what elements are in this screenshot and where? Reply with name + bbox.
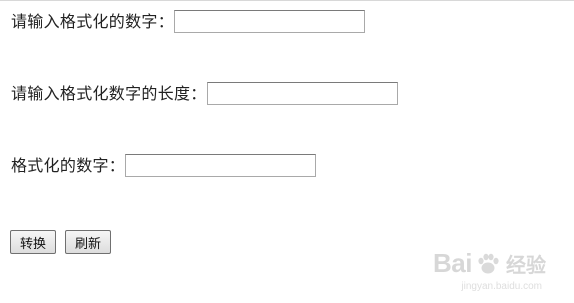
refresh-button[interactable]: 刷新 xyxy=(65,230,112,254)
result-row: 格式化的数字： xyxy=(11,154,317,177)
number-row: 请输入格式化的数字： xyxy=(11,10,366,33)
watermark-brand: Bai xyxy=(433,248,472,278)
watermark-product: 经验 xyxy=(506,255,546,277)
watermark-url: jingyan.baidu.com xyxy=(461,281,542,292)
top-border xyxy=(0,0,574,1)
number-input[interactable] xyxy=(174,10,366,33)
convert-button[interactable]: 转换 xyxy=(10,230,57,254)
length-label: 请输入格式化数字的长度： xyxy=(11,83,207,103)
result-input[interactable] xyxy=(125,154,317,177)
length-row: 请输入格式化数字的长度： xyxy=(11,82,398,105)
paw-icon xyxy=(478,253,499,273)
result-label: 格式化的数字： xyxy=(11,155,126,175)
baidu-jingyan-watermark: Bai 经验 jingyan.baidu.com xyxy=(433,248,546,292)
length-input[interactable] xyxy=(206,82,398,105)
number-label: 请输入格式化的数字： xyxy=(11,11,175,31)
button-bar: 转换 刷新 xyxy=(10,230,112,254)
